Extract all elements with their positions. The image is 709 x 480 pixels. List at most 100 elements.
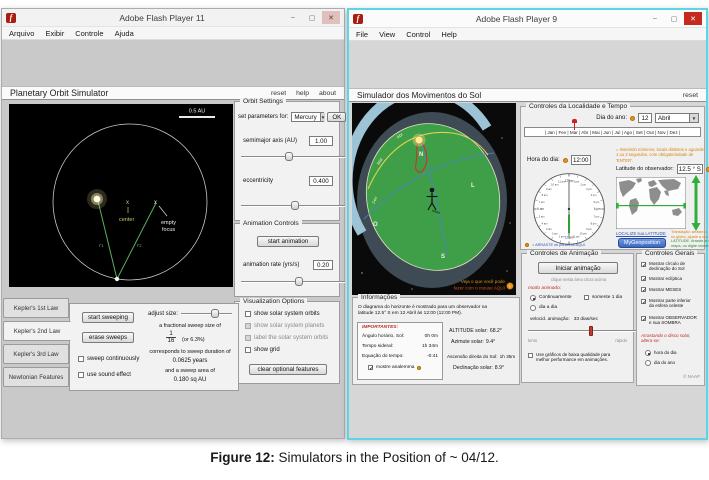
low-quality-checkbox[interactable] [528, 353, 533, 358]
declination-circle-line2: declinação do Sol [649, 266, 685, 271]
label-orbits-checkbox[interactable] [245, 335, 251, 341]
day-of-year-input[interactable] [638, 113, 652, 123]
plot-background [9, 104, 233, 287]
slider-thumb[interactable] [589, 326, 593, 336]
show-orbits-checkbox[interactable] [245, 311, 251, 317]
close-button[interactable]: ✕ [684, 12, 702, 25]
tab-newtonian-features[interactable]: Newtonian Features [3, 367, 69, 387]
locate-latitude-link[interactable]: LOCALIZE sua LATITUDE: [616, 231, 666, 236]
panel-title: Controles da Localidade e Tempo [526, 103, 630, 110]
continuous-radio[interactable] [530, 295, 536, 301]
show-analemma-checkbox[interactable] [368, 365, 373, 370]
start-sweeping-button[interactable]: start sweeping [82, 312, 134, 323]
show-months-checkbox[interactable] [641, 287, 646, 292]
start-animation-button[interactable]: start animation [257, 236, 319, 247]
show-planets-checkbox[interactable] [245, 323, 251, 329]
menu-exibir[interactable]: Exibir [45, 29, 64, 38]
speed-slider[interactable] [528, 326, 639, 335]
planet-dot[interactable] [115, 277, 119, 281]
solar-declination-value: 8.9° [495, 365, 504, 372]
latitude-arrow[interactable] [690, 175, 702, 231]
tab-keplers-3rd-law[interactable]: Kepler's 3rd Law [3, 344, 69, 364]
titlebar[interactable]: f Adobe Flash Player 11 – ▢ ✕ [2, 9, 344, 27]
show-grid-checkbox[interactable] [245, 347, 251, 353]
slider-thumb[interactable] [291, 201, 299, 210]
eccentricity-slider[interactable] [241, 201, 345, 210]
sky-view[interactable]: N L S O Fev Mar Abr Veja o que você pode… [352, 103, 516, 295]
minimize-button[interactable]: – [646, 12, 664, 25]
adjust-size-slider[interactable] [181, 309, 232, 318]
menu-controle[interactable]: Controle [75, 29, 103, 38]
erase-sweeps-button[interactable]: erase sweeps [82, 332, 134, 343]
menu-view[interactable]: View [379, 30, 395, 39]
menu-file[interactable]: File [356, 30, 368, 39]
slow-label: lento [528, 338, 537, 343]
figure-caption: Figure 12: Simulators in the Position of… [0, 450, 709, 465]
map-drag-note: Translação: arraste-o no globo, ajuste a… [671, 230, 705, 249]
keyboard-hint-icon [525, 243, 529, 247]
day-of-year-radio[interactable] [645, 360, 651, 366]
show-ecliptic-checkbox[interactable] [641, 276, 646, 281]
about-link[interactable]: about [319, 90, 336, 97]
latitude-line-handle-left[interactable] [616, 203, 619, 209]
show-lower-sphere-checkbox[interactable] [641, 299, 646, 304]
latitude-input[interactable] [677, 164, 703, 174]
eccentricity-input[interactable] [309, 176, 333, 186]
importantes-label: IMPORTANTES: [362, 325, 442, 331]
months-strip[interactable]: | Jan | Fev | Mar | Abr | Mai | Jun | Ju… [524, 127, 701, 137]
world-map[interactable] [616, 177, 686, 229]
solar-declination-label: Declinação solar: [453, 365, 493, 372]
maximize-button[interactable]: ▢ [303, 11, 321, 24]
month-pin-marker[interactable] [570, 119, 578, 130]
clear-features-button[interactable]: clear optional features [249, 364, 327, 375]
use-sound-checkbox[interactable] [78, 372, 84, 378]
orbit-plot[interactable]: 0.5 AU x center x empty focus r₁ r₂ [9, 104, 233, 287]
close-button[interactable]: ✕ [322, 11, 340, 24]
reset-link[interactable]: reset [271, 90, 286, 97]
svg-text:1 am: 1 am [559, 235, 565, 239]
show-declination-circle-checkbox[interactable] [641, 262, 646, 267]
time-of-day-radio[interactable] [645, 350, 651, 356]
semimajor-input[interactable] [309, 136, 333, 146]
help-link[interactable]: help [296, 90, 309, 97]
animation-rate-slider[interactable] [241, 277, 345, 286]
show-observer-checkbox[interactable] [641, 316, 646, 321]
slider-thumb[interactable] [295, 277, 303, 286]
reset-link[interactable]: reset [683, 92, 698, 99]
menu-ajuda[interactable]: Ajuda [115, 29, 134, 38]
slider-thumb[interactable] [211, 309, 219, 318]
menu-control[interactable]: Control [406, 30, 430, 39]
titlebar[interactable]: f Adobe Flash Player 9 – ▢ ✕ [349, 10, 706, 28]
latitude-line[interactable] [616, 205, 686, 206]
panel-title: Animation Controls [240, 220, 302, 227]
svg-text:4 pm: 4 pm [591, 193, 597, 197]
only-one-day-checkbox[interactable] [584, 295, 589, 300]
svg-text:5 am: 5 am [539, 214, 545, 218]
use-sound-label: use sound effect [87, 372, 131, 378]
start-animation-button[interactable]: Iniciar animação [538, 262, 618, 274]
menu-arquivo[interactable]: Arquivo [9, 29, 34, 38]
time-of-day-input[interactable] [571, 155, 591, 165]
ok-button[interactable]: OK [327, 112, 346, 122]
clock[interactable]: 12 pm1 pm2 pm3 pm4 pm5 pm6 pm7 pm8 pm9 p… [530, 170, 608, 248]
show-planets-label: show solar system planets [254, 323, 324, 329]
tab-keplers-2nd-law[interactable]: Kepler's 2nd Law [3, 321, 71, 341]
minimize-button[interactable]: – [284, 11, 302, 24]
sweep-continuously-checkbox[interactable] [78, 356, 84, 362]
semimajor-slider[interactable] [241, 152, 345, 161]
window-simulador-movimentos-sol: f Adobe Flash Player 9 – ▢ ✕ File View C… [347, 8, 708, 440]
animation-rate-input[interactable] [313, 260, 333, 270]
month-select[interactable]: Abril ▼ [655, 113, 699, 123]
mygeoposition-button[interactable]: MyGeoposition [618, 238, 666, 248]
svg-text:5 pm: 5 pm [594, 200, 600, 204]
latitude-line-handle-right[interactable] [683, 203, 686, 209]
planet-select[interactable]: Mercury ▼ [291, 112, 324, 122]
center-label: center [119, 217, 134, 223]
day-by-day-radio[interactable] [530, 305, 536, 311]
sun-icon[interactable] [415, 136, 423, 144]
maximize-button[interactable]: ▢ [665, 12, 683, 25]
menu-help[interactable]: Help [441, 30, 456, 39]
tab-keplers-1st-law[interactable]: Kepler's 1st Law [3, 298, 69, 318]
slider-thumb[interactable] [285, 152, 293, 161]
low-quality-label: Use gráficos de baixa qualidade para mel… [536, 352, 610, 363]
